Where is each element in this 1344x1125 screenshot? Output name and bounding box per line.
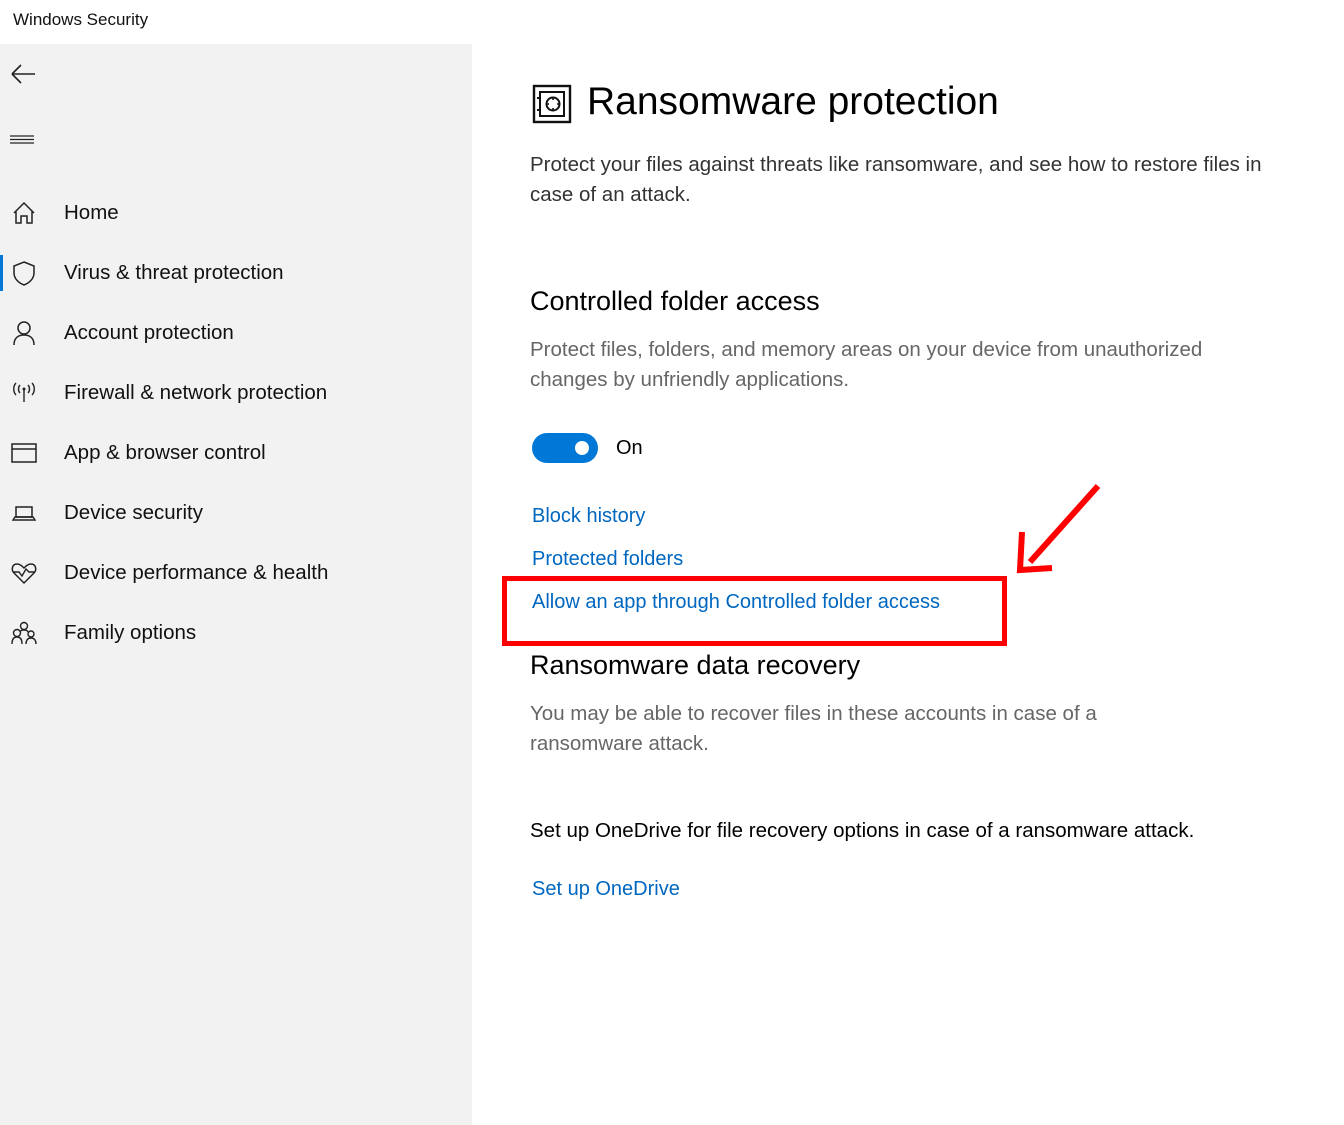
sidebar-item-label: Virus & threat protection	[64, 261, 284, 284]
controlled-folder-access-toggle[interactable]	[532, 433, 598, 463]
heart-pulse-icon	[11, 563, 37, 585]
sidebar-item-home[interactable]: Home	[0, 187, 472, 239]
block-history-link[interactable]: Block history	[532, 505, 645, 528]
sidebar-item-label: Home	[64, 201, 119, 224]
sidebar-item-label: Device security	[64, 501, 203, 524]
back-button[interactable]	[8, 59, 38, 89]
shield-icon	[13, 261, 35, 286]
sidebar-item-account-protection[interactable]: Account protection	[0, 307, 472, 359]
main-content: Ransomware protection Protect your files…	[472, 44, 1344, 1125]
browser-window-icon	[11, 443, 37, 463]
protected-folders-link[interactable]: Protected folders	[532, 548, 683, 571]
title-bar: Windows Security	[0, 0, 1344, 44]
sidebar-item-label: Firewall & network protection	[64, 381, 328, 404]
sidebar-item-app-browser-control[interactable]: App & browser control	[0, 427, 472, 479]
toggle-state-label: On	[616, 437, 643, 459]
annotation-arrow-icon	[1016, 483, 1101, 574]
sidebar-item-label: Family options	[64, 621, 197, 644]
back-arrow-icon	[11, 64, 35, 84]
sidebar-item-device-performance-health[interactable]: Device performance & health	[0, 547, 472, 599]
family-icon	[11, 621, 37, 645]
selection-indicator	[0, 255, 3, 291]
allow-app-through-cfa-link[interactable]: Allow an app through Controlled folder a…	[532, 591, 940, 614]
sidebar-item-label: Account protection	[64, 321, 234, 344]
laptop-icon	[11, 506, 37, 521]
person-icon	[13, 321, 35, 346]
menu-button[interactable]	[8, 124, 38, 154]
wireless-antenna-icon	[13, 382, 35, 402]
window-title: Windows Security	[13, 10, 149, 29]
sidebar: Home Virus & threat protection Account p…	[0, 44, 472, 1125]
data-recovery-description: You may be able to recover files in thes…	[530, 702, 1097, 755]
onedrive-info-text: Set up OneDrive for file recovery option…	[530, 819, 1195, 842]
sidebar-item-family-options[interactable]: Family options	[0, 607, 472, 659]
sidebar-item-label: Device performance & health	[64, 561, 329, 584]
toggle-knob	[575, 441, 589, 455]
page-title: Ransomware protection	[587, 80, 999, 123]
home-icon	[13, 201, 35, 224]
sidebar-item-label: App & browser control	[64, 441, 266, 464]
hamburger-menu-icon	[10, 135, 34, 144]
page-description: Protect your files against threats like …	[530, 153, 1262, 206]
safe-vault-icon	[532, 84, 572, 124]
section-heading-data-recovery: Ransomware data recovery	[530, 650, 861, 680]
setup-onedrive-link[interactable]: Set up OneDrive	[532, 878, 680, 901]
sidebar-item-device-security[interactable]: Device security	[0, 487, 472, 539]
section-heading-controlled-folder-access: Controlled folder access	[530, 286, 820, 316]
sidebar-item-virus-threat-protection[interactable]: Virus & threat protection	[0, 247, 472, 299]
sidebar-item-firewall-network-protection[interactable]: Firewall & network protection	[0, 367, 472, 419]
controlled-folder-access-description: Protect files, folders, and memory areas…	[530, 338, 1203, 391]
